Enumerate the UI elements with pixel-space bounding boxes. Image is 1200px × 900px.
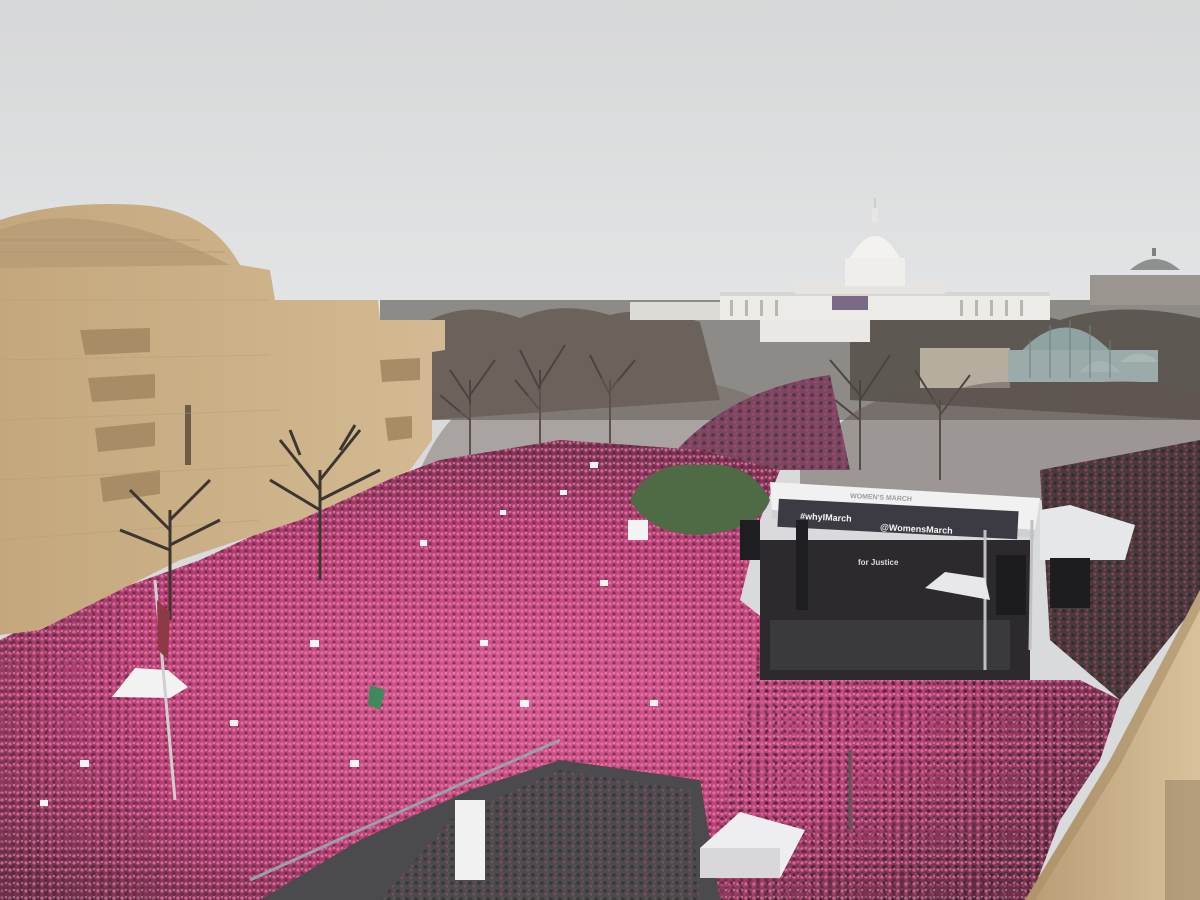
stage-banner-lower-text: for Justice (858, 558, 899, 567)
media-tower (455, 800, 485, 880)
white-tent-bottom-side (700, 848, 780, 878)
photo-scene: WOMEN'S MARCH #whyIMarch @WomensMarch fo… (0, 0, 1200, 900)
photo-canvas: WOMEN'S MARCH #whyIMarch @WomensMarch fo… (0, 0, 1200, 900)
roof-ledge-shadow (1165, 780, 1200, 900)
